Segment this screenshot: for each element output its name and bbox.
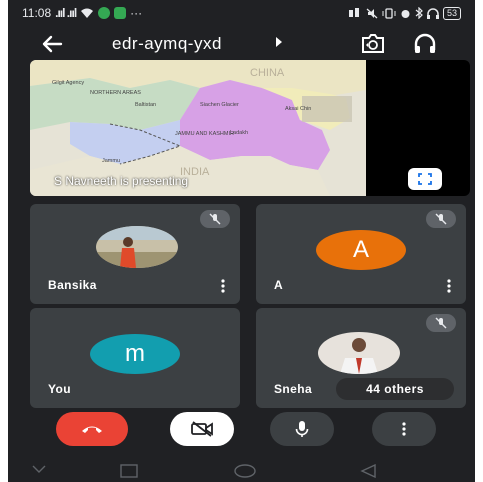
- more-vert-icon[interactable]: [446, 278, 452, 294]
- svg-text:Jammu: Jammu: [102, 158, 120, 164]
- data-icon: [348, 8, 359, 17]
- nav-recents-icon[interactable]: [120, 464, 138, 478]
- nav-menu-icon[interactable]: [32, 464, 46, 474]
- participant-name: You: [48, 382, 71, 396]
- presentation-tile[interactable]: CHINA INDIA Gilgit Agency NORTHERN AREAS…: [30, 60, 470, 196]
- meeting-code[interactable]: edr-aymq-yxd: [112, 34, 222, 54]
- svg-text:JAMMU AND KASHMIR: JAMMU AND KASHMIR: [175, 131, 234, 137]
- more-vert-icon[interactable]: [220, 278, 226, 294]
- vibrate-icon: [382, 7, 396, 19]
- headset-icon: [426, 7, 439, 19]
- system-nav-bar: [8, 458, 475, 482]
- meeting-header: edr-aymq-yxd: [8, 28, 475, 60]
- clock: 11:08: [22, 6, 52, 20]
- svg-text:NORTHERN AREAS: NORTHERN AREAS: [90, 90, 141, 96]
- svg-text:Baltistan: Baltistan: [135, 102, 156, 108]
- more-notifications: ···: [130, 6, 143, 20]
- meet-screen: 11:08 .ııl .ııl ··· 53 edr-aymq-yxd CHIN…: [8, 0, 475, 482]
- status-bar: 11:08 .ııl .ııl ··· 53: [8, 0, 475, 26]
- others-button[interactable]: 44 others: [336, 378, 454, 400]
- wifi-icon: [81, 8, 94, 18]
- svg-text:Ladakh: Ladakh: [230, 130, 248, 136]
- battery-icon: 53: [442, 6, 461, 20]
- end-call-button[interactable]: [56, 412, 128, 446]
- app-icon: [98, 7, 111, 19]
- fullscreen-icon: [418, 173, 432, 185]
- camera-toggle-button[interactable]: [170, 412, 234, 446]
- headphones-icon[interactable]: [413, 32, 437, 56]
- avatar: A: [316, 230, 406, 270]
- mic-off-icon: [209, 213, 221, 225]
- svg-text:Siachen Glacier: Siachen Glacier: [200, 102, 239, 108]
- presenter-label: S Navneeth is presenting: [54, 174, 189, 188]
- mic-toggle-button[interactable]: [270, 412, 334, 446]
- back-arrow-icon[interactable]: [38, 30, 66, 58]
- nav-back-icon[interactable]: [360, 464, 376, 478]
- mic-off-badge: [426, 314, 456, 332]
- svg-text:CHINA: CHINA: [250, 67, 285, 79]
- signal-icon: .ııl .ııl: [55, 6, 77, 20]
- switch-camera-icon[interactable]: [360, 32, 386, 56]
- participant-tile[interactable]: Bansika: [30, 204, 240, 304]
- avatar: [318, 332, 400, 374]
- end-call-icon: [82, 426, 102, 433]
- mic-off-icon: [435, 213, 447, 225]
- avatar: [96, 226, 178, 268]
- more-vert-icon: [402, 422, 406, 436]
- fullscreen-button[interactable]: [408, 168, 442, 190]
- participant-name: Bansika: [48, 278, 97, 292]
- mic-off-icon: [435, 317, 447, 329]
- nav-home-icon[interactable]: [234, 464, 256, 478]
- svg-text:Aksai Chin: Aksai Chin: [285, 106, 311, 112]
- participant-tile[interactable]: A A: [256, 204, 466, 304]
- call-controls: [8, 412, 475, 448]
- mic-off-badge: [426, 210, 456, 228]
- participant-name: A: [274, 278, 284, 292]
- camera-off-icon: [191, 421, 213, 437]
- microphone-icon: [295, 421, 309, 437]
- participant-tile[interactable]: Sneha 44 others: [256, 308, 466, 408]
- bluetooth-icon: [415, 7, 423, 19]
- avatar: m: [90, 334, 180, 374]
- more-options-button[interactable]: [372, 412, 436, 446]
- mic-off-badge: [200, 210, 230, 228]
- alarm-icon: [401, 9, 410, 18]
- silent-icon: [366, 8, 378, 18]
- caret-right-icon[interactable]: [276, 37, 282, 47]
- app-icon: [114, 7, 127, 19]
- svg-text:Gilgit Agency: Gilgit Agency: [52, 80, 84, 86]
- self-tile[interactable]: m You: [30, 308, 240, 408]
- participant-name: Sneha: [274, 382, 313, 396]
